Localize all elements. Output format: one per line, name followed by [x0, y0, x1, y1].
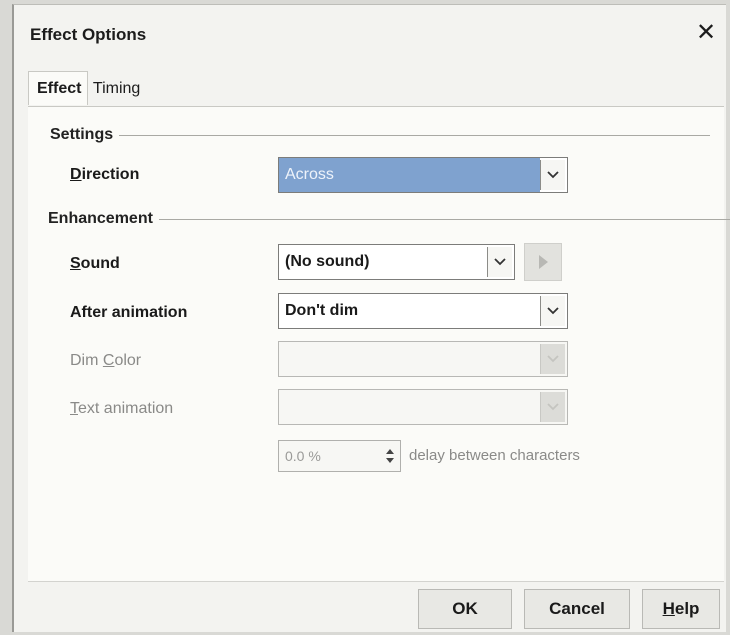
effect-panel: Settings Direction Across Enhancement So…	[28, 106, 730, 582]
help-button[interactable]: Help	[642, 589, 720, 629]
after-animation-select[interactable]: Don't dim	[278, 293, 568, 329]
enhancement-section: Enhancement	[48, 208, 730, 230]
chevron-down-icon	[540, 392, 565, 422]
settings-heading: Settings	[50, 126, 114, 143]
footer-divider	[28, 581, 724, 582]
after-animation-label: After animation	[70, 304, 188, 321]
text-animation-select[interactable]	[278, 389, 568, 425]
sound-select[interactable]: (No sound)	[278, 244, 515, 280]
tab-bar: Effect Timing	[28, 71, 144, 107]
chevron-down-icon	[540, 344, 565, 374]
settings-section: Settings	[50, 124, 710, 146]
after-animation-value: Don't dim	[285, 302, 359, 319]
dialog-title: Effect Options	[30, 25, 147, 44]
direction-value: Across	[279, 158, 540, 192]
delay-spinbox[interactable]: 0.0 %	[278, 440, 401, 472]
dim-color-select[interactable]	[278, 341, 568, 377]
tab-timing[interactable]: Timing	[89, 72, 144, 106]
enhancement-divider	[158, 218, 730, 220]
chevron-down-icon[interactable]	[487, 247, 512, 277]
delay-suffix: delay between characters	[409, 447, 580, 464]
spin-arrows[interactable]	[380, 442, 400, 470]
play-icon	[539, 255, 548, 269]
direction-label: Direction	[70, 166, 140, 183]
ok-button[interactable]: OK	[418, 589, 512, 629]
effect-options-dialog: Effect Options ✕ Effect Timing Settings …	[12, 4, 730, 632]
settings-divider	[119, 134, 710, 136]
dim-color-label: Dim Color	[70, 352, 142, 369]
tab-effect[interactable]: Effect	[28, 71, 89, 105]
play-sound-button[interactable]	[524, 243, 562, 281]
direction-select[interactable]: Across	[278, 157, 568, 193]
text-animation-label: Text animation	[70, 400, 174, 417]
chevron-down-icon[interactable]	[540, 160, 565, 190]
spin-updown-icon	[386, 449, 394, 463]
close-icon[interactable]: ✕	[692, 19, 720, 47]
chevron-down-icon[interactable]	[540, 296, 565, 326]
sound-label: Sound	[70, 255, 120, 272]
enhancement-heading: Enhancement	[48, 210, 153, 227]
delay-value: 0.0 %	[285, 448, 321, 464]
cancel-button[interactable]: Cancel	[524, 589, 630, 629]
sound-value: (No sound)	[285, 253, 370, 270]
